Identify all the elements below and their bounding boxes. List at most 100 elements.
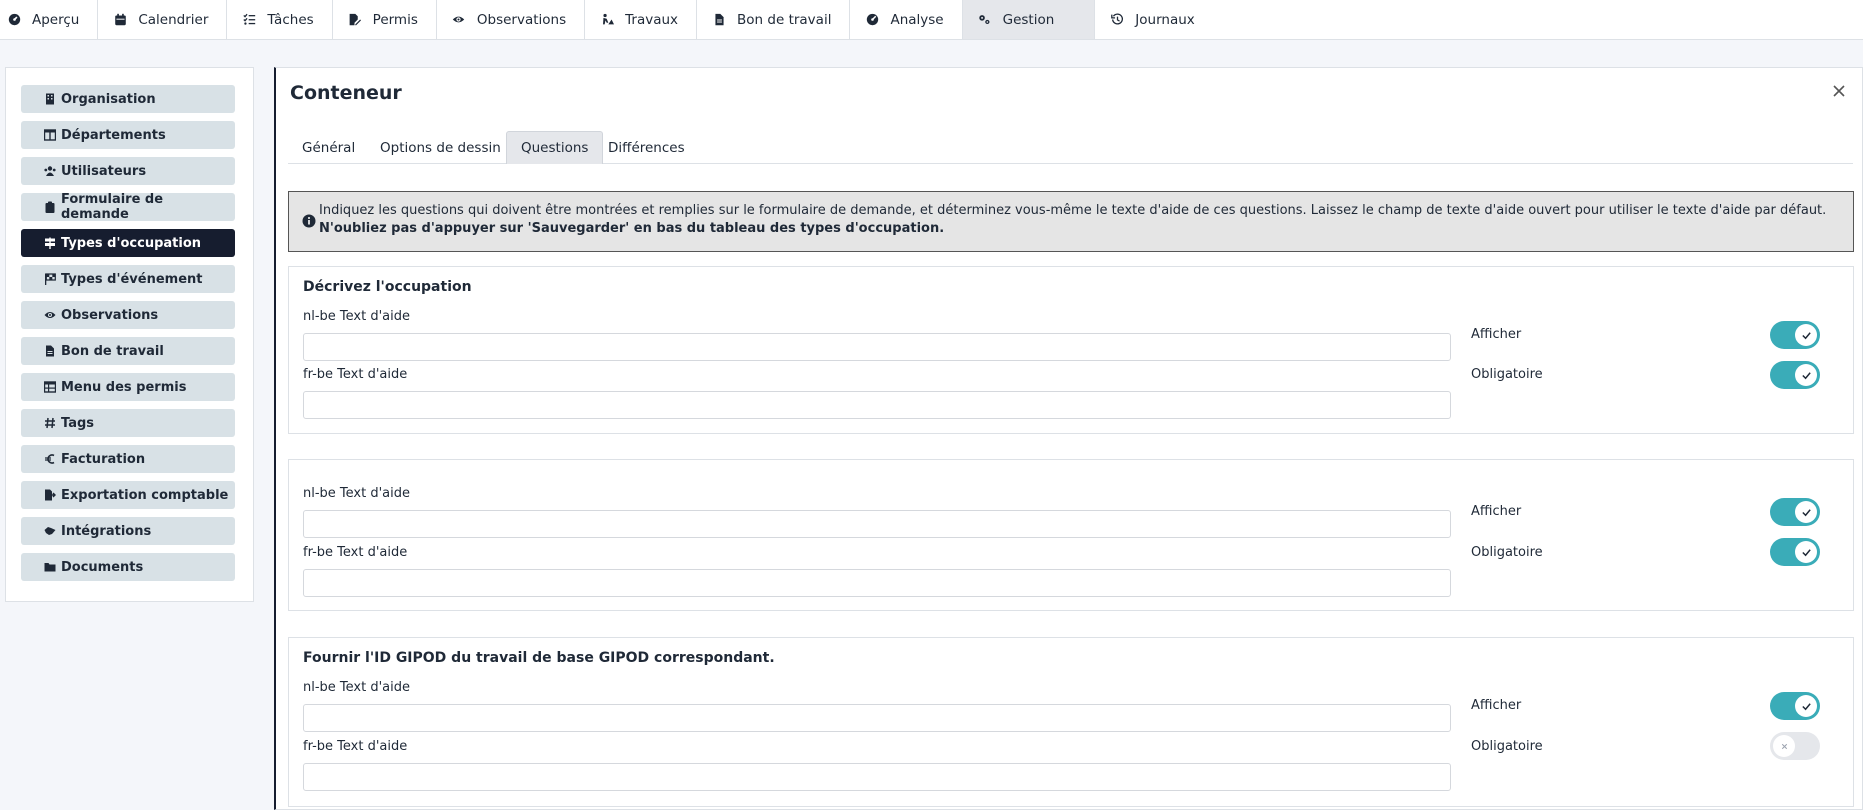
sidebar-item-label: Types d'occupation (61, 235, 202, 251)
signs-icon (44, 237, 56, 249)
sidebar-item-types-evenement[interactable]: Types d'événement (21, 265, 235, 293)
info-box: Indiquez les questions qui doivent être … (288, 191, 1854, 252)
fr-help-input[interactable] (303, 763, 1451, 791)
show-label: Afficher (1471, 504, 1522, 519)
info-text: Indiquez les questions qui doivent être … (319, 203, 1827, 218)
nav-label: Travaux (625, 11, 679, 28)
calendar-icon (112, 12, 128, 28)
nav-label: Calendrier (138, 11, 209, 28)
permit-icon (347, 12, 363, 28)
nav-label: Bon de travail (737, 11, 832, 28)
eye-icon (451, 12, 467, 28)
sidebar-item-label: Documents (61, 559, 144, 575)
nav-taches[interactable]: Tâches (227, 0, 333, 39)
nav-bon-de-travail[interactable]: Bon de travail (697, 0, 851, 39)
dashboard-icon (6, 12, 22, 28)
question-card: Fournir l'ID GIPOD du travail de base GI… (288, 637, 1854, 807)
building-icon (44, 93, 56, 105)
sidebar-item-types-occupation[interactable]: Types d'occupation (21, 229, 235, 257)
analysis-icon (864, 12, 880, 28)
check-icon (1795, 501, 1817, 523)
tab-label: Questions (521, 140, 589, 156)
nav-label: Observations (476, 11, 567, 28)
nav-apercu[interactable]: Aperçu (0, 0, 99, 39)
required-toggle[interactable] (1770, 732, 1820, 760)
sidebar-item-label: Tags (61, 415, 95, 431)
sidebar-item-menu-permis[interactable]: Menu des permis (21, 373, 235, 401)
sidebar-item-utilisateurs[interactable]: Utilisateurs (21, 157, 235, 185)
sidebar-item-label: Observations (61, 307, 159, 323)
check-icon (1795, 541, 1817, 563)
question-title: Décrivez l'occupation (303, 279, 472, 295)
file-icon (711, 12, 727, 28)
fr-help-input[interactable] (303, 569, 1451, 597)
users-icon (44, 165, 56, 177)
folder-icon (44, 561, 56, 573)
flag-icon (44, 273, 56, 285)
nav-label: Analyse (890, 11, 944, 28)
sidebar-item-label: Bon de travail (61, 343, 164, 359)
required-label: Obligatoire (1471, 739, 1543, 754)
tab-label: Options de dessin (380, 139, 501, 156)
question-card: Décrivez l'occupation nl-be Text d'aide … (288, 266, 1854, 434)
sidebar-item-label: Intégrations (61, 523, 152, 539)
file-icon (44, 345, 56, 357)
info-bold-text: N'oubliez pas d'appuyer sur 'Sauvegarder… (319, 221, 945, 236)
nl-help-input[interactable] (303, 510, 1451, 538)
sidebar-item-integrations[interactable]: Intégrations (21, 517, 235, 545)
question-title: Fournir l'ID GIPOD du travail de base GI… (303, 650, 775, 666)
tab-differences[interactable]: Différences (594, 131, 699, 164)
tab-options-dessin[interactable]: Options de dessin (366, 131, 515, 164)
sidebar-item-tags[interactable]: Tags (21, 409, 235, 437)
fr-help-input[interactable] (303, 391, 1451, 419)
nav-observations[interactable]: Observations (437, 0, 586, 39)
required-label: Obligatoire (1471, 367, 1543, 382)
tab-questions[interactable]: Questions (506, 131, 604, 164)
fr-help-label: fr-be Text d'aide (303, 367, 408, 382)
sidebar-item-facturation[interactable]: Facturation (21, 445, 235, 473)
required-toggle[interactable] (1770, 538, 1820, 566)
columns-icon (44, 129, 56, 141)
nav-permis[interactable]: Permis (333, 0, 437, 39)
sidebar-item-exportation[interactable]: Exportation comptable (21, 481, 235, 509)
top-navigation: Aperçu Calendrier Tâches Permis Observat… (0, 0, 1863, 40)
sidebar-item-departements[interactable]: Départements (21, 121, 235, 149)
question-card: nl-be Text d'aide fr-be Text d'aide Affi… (288, 459, 1854, 611)
show-label: Afficher (1471, 327, 1522, 342)
occupation-type-panel: Conteneur Général Options de dessin Ques… (274, 67, 1863, 810)
nav-gestion[interactable]: Gestion (962, 0, 1096, 39)
show-toggle[interactable] (1770, 498, 1820, 526)
required-toggle[interactable] (1770, 361, 1820, 389)
panel-tabs: Général Options de dessin Questions Diff… (288, 131, 1853, 164)
sidebar-item-bon-de-travail[interactable]: Bon de travail (21, 337, 235, 365)
show-toggle[interactable] (1770, 692, 1820, 720)
nl-help-input[interactable] (303, 333, 1451, 361)
nl-help-label: nl-be Text d'aide (303, 309, 411, 324)
sidebar-item-formulaire[interactable]: Formulaire de demande (21, 192, 235, 222)
euro-icon (44, 453, 56, 465)
sidebar-item-label: Exportation comptable (61, 487, 229, 503)
tab-general[interactable]: Général (288, 131, 369, 164)
x-icon (1773, 735, 1795, 757)
nl-help-input[interactable] (303, 704, 1451, 732)
nav-analyse[interactable]: Analyse (850, 0, 963, 39)
settings-sidebar: Organisation Départements Utilisateurs F… (5, 67, 254, 602)
nav-journaux[interactable]: Journaux (1095, 0, 1212, 39)
sidebar-item-documents[interactable]: Documents (21, 553, 235, 581)
close-icon[interactable] (1830, 82, 1848, 100)
show-label: Afficher (1471, 698, 1522, 713)
sidebar-item-label: Organisation (61, 91, 156, 107)
check-icon (1795, 324, 1817, 346)
check-icon (1795, 695, 1817, 717)
nav-label: Permis (372, 11, 418, 28)
handshake-icon (44, 525, 56, 537)
show-toggle[interactable] (1770, 321, 1820, 349)
sidebar-item-organisation[interactable]: Organisation (21, 85, 235, 113)
nav-travaux[interactable]: Travaux (585, 0, 698, 39)
info-icon (302, 214, 316, 228)
fr-help-label: fr-be Text d'aide (303, 545, 408, 560)
sidebar-item-observations[interactable]: Observations (21, 301, 235, 329)
sidebar-item-label: Types d'événement (61, 271, 203, 287)
table-icon (44, 381, 56, 393)
nav-calendrier[interactable]: Calendrier (98, 0, 228, 39)
